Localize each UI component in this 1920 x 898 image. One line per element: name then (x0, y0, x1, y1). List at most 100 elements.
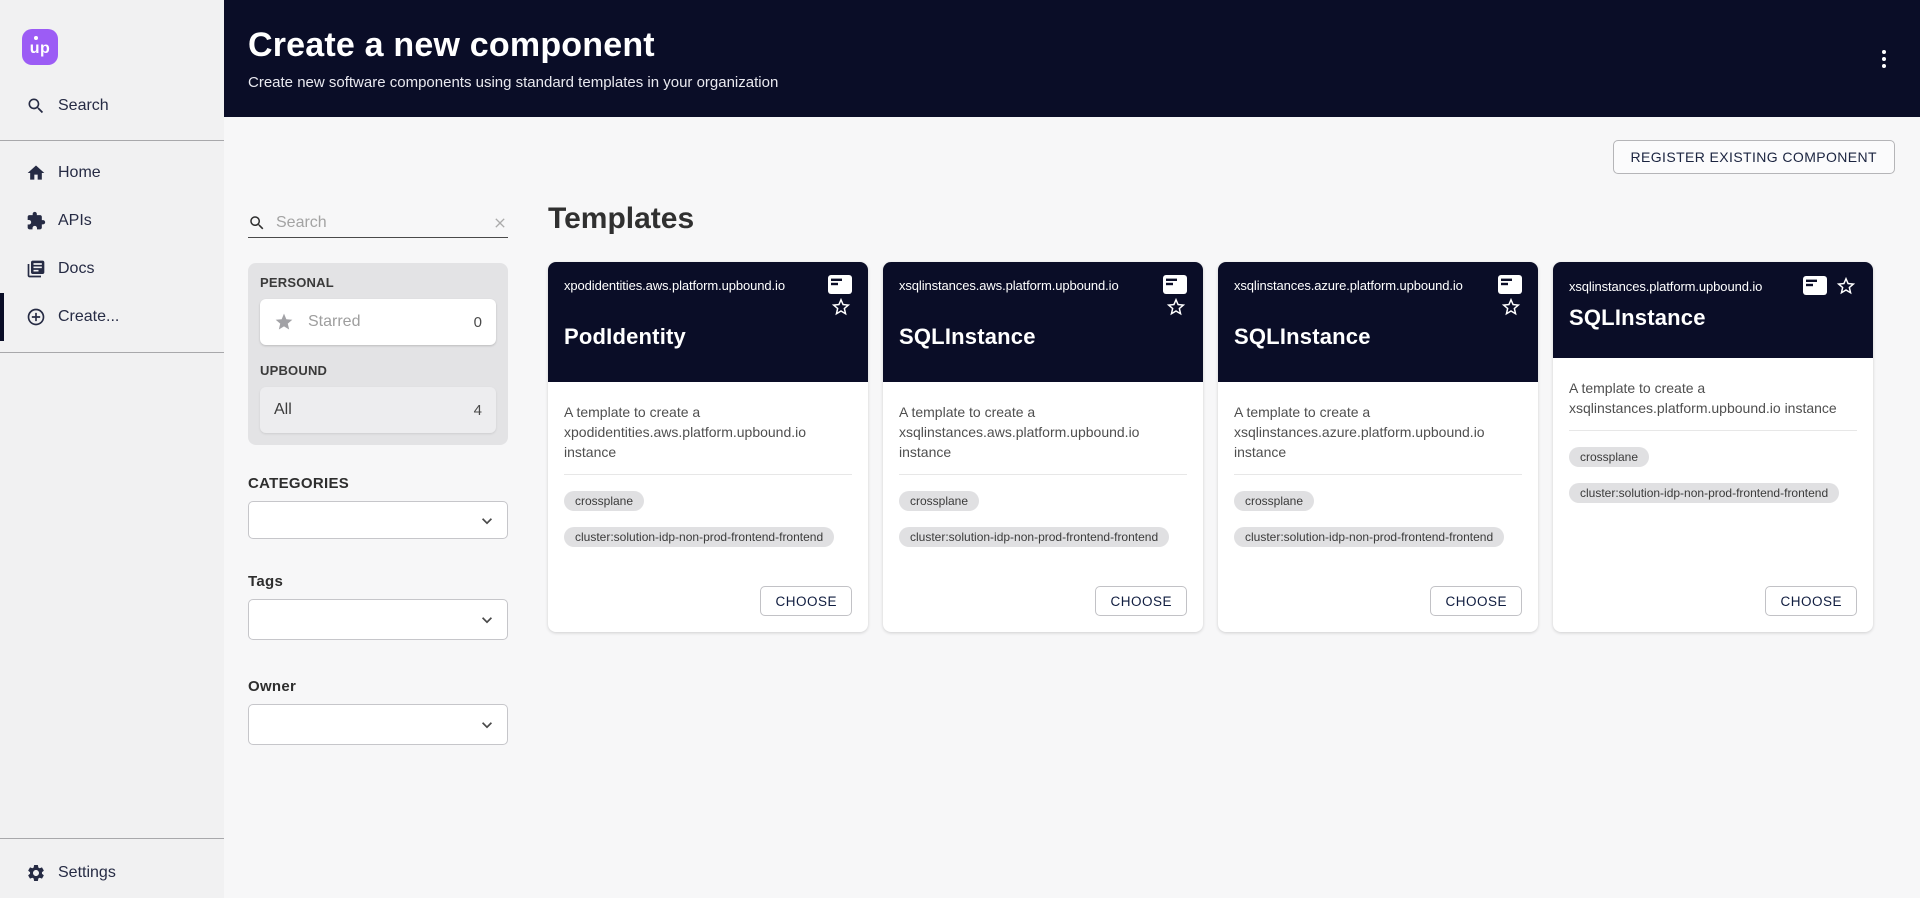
page-header: Create a new component Create new softwa… (224, 0, 1920, 117)
choose-button[interactable]: CHOOSE (1095, 586, 1187, 616)
star-icon (274, 312, 294, 332)
template-card-body: A template to create a xsqlinstances.aws… (883, 382, 1203, 632)
template-card: xsqlinstances.aws.platform.upbound.io SQ… (883, 262, 1203, 632)
sidebar-item-home[interactable]: Home (0, 149, 224, 197)
sidebar-item-create[interactable]: Create... (0, 293, 224, 341)
sidebar-item-label: Create... (58, 308, 119, 326)
star-toggle-icon[interactable] (1835, 275, 1857, 297)
upbound-logo[interactable]: up (22, 29, 58, 65)
plus-circle-icon (26, 307, 46, 327)
owner-label: Owner (248, 678, 508, 695)
sidebar: up Search Home APIs Docs Create... (0, 0, 224, 898)
tags-select[interactable] (248, 599, 508, 640)
templates-heading: Templates (548, 202, 1908, 236)
chevron-down-icon (477, 610, 497, 630)
tags-label: Tags (248, 573, 508, 590)
card-tags: crossplanecluster:solution-idp-non-prod-… (1569, 431, 1857, 503)
card-type: xsqlinstances.azure.platform.upbound.io (1234, 278, 1463, 293)
star-toggle-icon[interactable] (830, 296, 852, 318)
card-type: xsqlinstances.platform.upbound.io (1569, 279, 1762, 294)
template-card-header: xpodidentities.aws.platform.upbound.io P… (548, 262, 868, 382)
sidebar-item-settings[interactable]: Settings (0, 849, 224, 897)
card-type: xsqlinstances.aws.platform.upbound.io (899, 278, 1119, 293)
choose-button[interactable]: CHOOSE (760, 586, 852, 616)
choose-button[interactable]: CHOOSE (1430, 586, 1522, 616)
all-label: All (274, 401, 292, 419)
main-area: REGISTER EXISTING COMPONENT PERSONAL Sta… (224, 117, 1920, 898)
tags-filter: Tags (248, 573, 508, 640)
kebab-menu-icon[interactable] (1872, 45, 1896, 73)
owner-filter: Owner (248, 678, 508, 745)
categories-select[interactable] (248, 501, 508, 539)
sidebar-item-search[interactable]: Search (0, 82, 224, 130)
upbound-section-label: UPBOUND (260, 363, 496, 378)
filter-search-input[interactable] (276, 214, 492, 232)
filter-row-starred[interactable]: Starred 0 (260, 299, 496, 345)
gear-icon (26, 863, 46, 883)
categories-filter: CATEGORIES (248, 475, 508, 539)
card-description: A template to create a xpodidentities.aw… (564, 402, 852, 462)
card-tags: crossplanecluster:solution-idp-non-prod-… (899, 475, 1187, 547)
tag-pill: crossplane (1569, 447, 1649, 467)
template-card-icon (828, 275, 852, 295)
starred-count: 0 (474, 314, 482, 331)
register-existing-component-button[interactable]: REGISTER EXISTING COMPONENT (1613, 140, 1896, 174)
choose-button[interactable]: CHOOSE (1765, 586, 1857, 616)
tag-pill: crossplane (1234, 491, 1314, 511)
tag-pill: crossplane (564, 491, 644, 511)
card-description: A template to create a xsqlinstances.aws… (899, 402, 1187, 462)
template-grid: xpodidentities.aws.platform.upbound.io P… (548, 262, 1908, 632)
card-description: A template to create a xsqlinstances.azu… (1234, 402, 1522, 462)
sidebar-divider (0, 140, 224, 141)
template-card: xsqlinstances.azure.platform.upbound.io … (1218, 262, 1538, 632)
template-card-header: xsqlinstances.azure.platform.upbound.io … (1218, 262, 1538, 382)
tag-pill: cluster:solution-idp-non-prod-frontend-f… (1234, 527, 1504, 547)
card-title: SQLInstance (1569, 305, 1857, 331)
templates-section: Templates xpodidentities.aws.platform.up… (548, 202, 1908, 632)
sidebar-divider (0, 838, 224, 839)
owner-select[interactable] (248, 704, 508, 745)
tag-pill: cluster:solution-idp-non-prod-frontend-f… (564, 527, 834, 547)
ownership-filter-panel: PERSONAL Starred 0 UPBOUND All 4 (248, 263, 508, 445)
sidebar-item-label: APIs (58, 212, 92, 230)
app-root: up Search Home APIs Docs Create... (0, 0, 1920, 898)
template-card-body: A template to create a xsqlinstances.azu… (1218, 382, 1538, 632)
filter-search (248, 208, 508, 238)
template-card-header: xsqlinstances.platform.upbound.io SQLIns… (1553, 262, 1873, 358)
home-icon (26, 163, 46, 183)
all-count: 4 (474, 402, 482, 419)
sidebar-divider (0, 352, 224, 353)
sidebar-item-docs[interactable]: Docs (0, 245, 224, 293)
card-tags: crossplane cluster:solution-idp-non-prod-… (1234, 475, 1522, 547)
search-icon (248, 214, 266, 232)
sidebar-item-label: Docs (58, 260, 94, 278)
template-card-icon (1163, 275, 1187, 295)
search-icon (26, 96, 46, 116)
clear-search-icon[interactable] (492, 215, 508, 231)
star-toggle-icon[interactable] (1165, 296, 1187, 318)
tag-pill: cluster:solution-idp-non-prod-frontend-f… (899, 527, 1169, 547)
card-type: xpodidentities.aws.platform.upbound.io (564, 278, 785, 293)
personal-section-label: PERSONAL (260, 275, 496, 290)
filter-row-all[interactable]: All 4 (260, 387, 496, 433)
card-title: SQLInstance (899, 324, 1187, 350)
sidebar-item-apis[interactable]: APIs (0, 197, 224, 245)
categories-label: CATEGORIES (248, 475, 508, 492)
card-title: SQLInstance (1234, 324, 1522, 350)
page-title: Create a new component (248, 26, 1920, 65)
template-card: xsqlinstances.platform.upbound.io SQLIns… (1553, 262, 1873, 632)
logo-text: up (30, 40, 51, 58)
template-card-body: A template to create a xpodidentities.aw… (548, 382, 868, 632)
chevron-down-icon (477, 715, 497, 735)
template-card-body: A template to create a xsqlinstances.pla… (1553, 358, 1873, 632)
template-card-icon (1803, 276, 1827, 296)
active-indicator (0, 293, 4, 341)
template-card-header: xsqlinstances.aws.platform.upbound.io SQ… (883, 262, 1203, 382)
puzzle-icon (26, 211, 46, 231)
filter-panel: PERSONAL Starred 0 UPBOUND All 4 CATEGOR… (248, 208, 508, 745)
card-tags: crossplane cluster:solution-idp-non-prod-… (564, 475, 852, 547)
page-subtitle: Create new software components using sta… (248, 74, 1920, 91)
logo-dot (34, 36, 38, 40)
star-toggle-icon[interactable] (1500, 296, 1522, 318)
sidebar-item-label: Settings (58, 864, 116, 882)
